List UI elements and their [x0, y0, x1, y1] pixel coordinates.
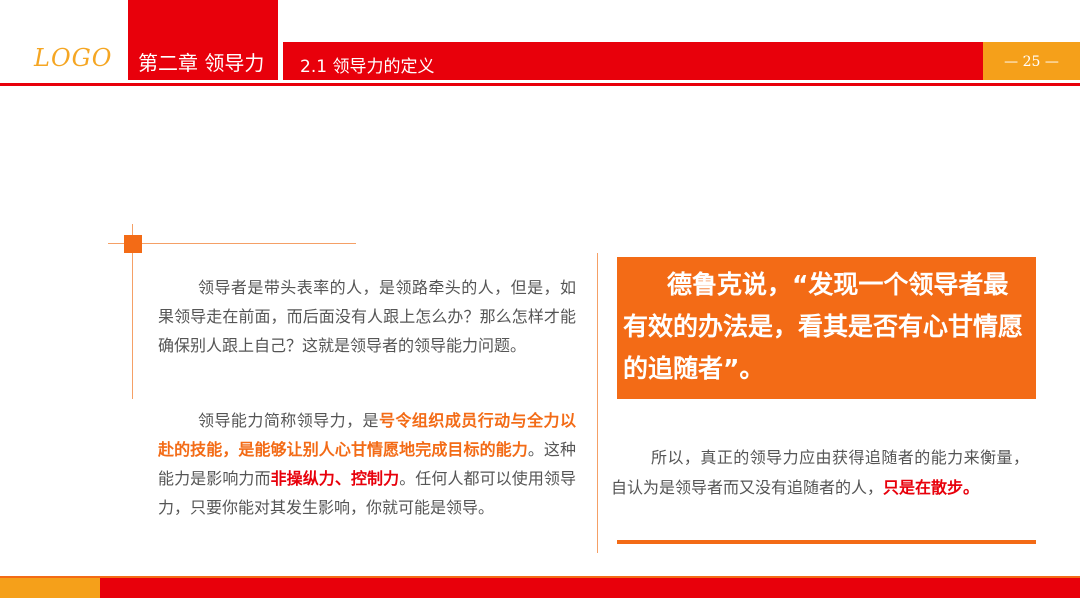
chapter-title: 第二章 领导力 — [138, 51, 265, 75]
footer-bar-red — [100, 578, 1080, 598]
header-divider — [0, 83, 1080, 86]
footer-accent-orange — [0, 578, 100, 598]
text-segment: 领导能力简称领导力，是 — [198, 411, 379, 430]
column-divider — [597, 253, 598, 553]
section-title: 2.1 领导力的定义 — [300, 57, 435, 77]
drucker-quote: 德鲁克说，“发现一个领导者最有效的办法是，看其是否有心甘情愿的追随者”。 — [623, 270, 1024, 383]
left-horizontal-rule — [108, 243, 356, 244]
logo: LOGO — [34, 44, 113, 72]
highlight-just-walking: 只是在散步。 — [883, 478, 980, 497]
corner-square-marker — [124, 235, 142, 253]
page-number: — 25 — — [1004, 54, 1059, 70]
paragraph-leadership-definition: 领导能力简称领导力，是号令组织成员行动与全力以赴的技能，是能够让别人心甘情愿地完… — [158, 406, 576, 522]
paragraph-conclusion: 所以，真正的领导力应由获得追随者的能力来衡量，自认为是领导者而又没有追随者的人，… — [611, 443, 1029, 503]
highlight-not-control: 非操纵力、控制力 — [270, 469, 400, 488]
paragraph-leadership-intro: 领导者是带头表率的人，是领路牵头的人，但是，如果领导走在前面，而后面没有人跟上怎… — [158, 278, 576, 355]
conclusion-underline — [617, 540, 1036, 544]
